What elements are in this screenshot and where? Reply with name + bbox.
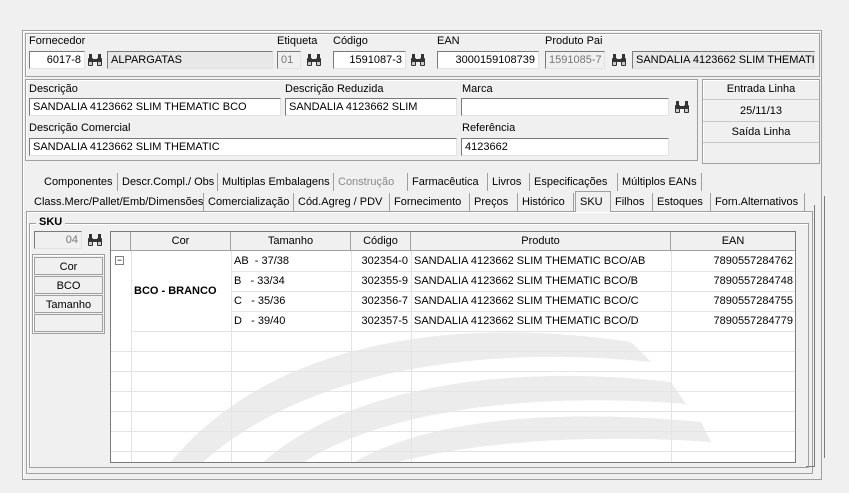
outer-shadow-right	[824, 196, 825, 458]
saida-linha-label: Saída Linha	[731, 126, 791, 138]
grid-row-line	[131, 331, 795, 332]
tab-fornecimento[interactable]: Fornecimento	[390, 193, 470, 211]
descricao-reduzida-label: Descrição Reduzida	[285, 83, 384, 95]
group-collapse-toggle[interactable]: −	[115, 256, 124, 265]
sku-search-icon[interactable]	[86, 231, 104, 249]
etiqueta-label: Etiqueta	[277, 35, 318, 47]
side-button-tamanho[interactable]: Tamanho	[34, 295, 103, 313]
grid-header-corner	[111, 232, 131, 251]
side-button-empty[interactable]	[34, 314, 103, 332]
row-2-ean: 7890557284755	[713, 295, 793, 307]
grid-header-produto[interactable]: Produto	[411, 232, 671, 251]
row-2-tamanho: C - 35/36	[234, 295, 286, 307]
row-1-codigo: 302355-9	[361, 275, 409, 287]
codigo-search-icon[interactable]	[409, 51, 427, 69]
tab-comercializacao[interactable]: Comercialização	[204, 193, 294, 211]
codigo-label: Código	[333, 35, 368, 47]
tab-estoques[interactable]: Estoques	[653, 193, 711, 211]
row-2-codigo: 302356-7	[361, 295, 409, 307]
grid-row-line	[111, 431, 795, 432]
row-3-codigo: 302357-5	[361, 315, 409, 327]
grid-row-line	[111, 391, 795, 392]
tab-farmaceutica[interactable]: Farmacêutica	[408, 173, 488, 191]
produto-pai-label: Produto Pai	[545, 35, 603, 47]
tab-forn-alternativos[interactable]: Forn.Alternativos	[711, 193, 805, 211]
fornecedor-name-field: ALPARGATAS	[107, 51, 273, 69]
linha-divider-3	[703, 142, 819, 143]
referencia-label: Referência	[462, 122, 516, 134]
descricao-comercial-field[interactable]: SANDALIA 4123662 SLIM THEMATIC	[29, 138, 457, 156]
tab-historico[interactable]: Histórico	[518, 193, 574, 211]
linha-divider-1	[703, 99, 819, 100]
row-1-ean: 7890557284748	[713, 275, 793, 287]
etiqueta-field[interactable]: 01	[277, 51, 301, 69]
sku-count-field[interactable]: 04	[34, 231, 82, 249]
row-0-produto: SANDALIA 4123662 SLIM THEMATIC BCO/AB	[414, 255, 646, 267]
side-button-cor[interactable]: Cor	[34, 257, 103, 275]
row-3-ean: 7890557284779	[713, 315, 793, 327]
marca-search-icon[interactable]	[673, 98, 691, 116]
row-1-tamanho: B - 33/34	[234, 275, 285, 287]
tab-especificacoes[interactable]: Especificações	[530, 173, 618, 191]
grid-header-ean[interactable]: EAN	[671, 232, 795, 251]
tab-multiplas-embalagens[interactable]: Multiplas Embalagens	[218, 173, 334, 191]
ean-field[interactable]: 3000159108739	[437, 51, 539, 69]
entrada-linha-label: Entrada Linha	[726, 83, 796, 95]
row-0-ean: 7890557284762	[713, 255, 793, 267]
fornecedor-label: Fornecedor	[29, 35, 86, 47]
tab-cod-agreg-pdv[interactable]: Cód.Agreg / PDV	[294, 193, 390, 211]
grid-header-tamanho[interactable]: Tamanho	[231, 232, 351, 251]
fornecedor-code-field[interactable]: 6017-8	[29, 51, 85, 69]
row-3-tamanho: D - 39/40	[234, 315, 286, 327]
side-button-bco[interactable]: BCO	[34, 276, 103, 294]
row-1-produto: SANDALIA 4123662 SLIM THEMATIC BCO/B	[414, 275, 638, 287]
grid-row-line	[111, 351, 795, 352]
grid-header-cor[interactable]: Cor	[131, 232, 231, 251]
entrada-linha-date: 25/11/13	[739, 105, 782, 117]
marca-field[interactable]	[461, 98, 669, 116]
descricao-field[interactable]: SANDALIA 4123662 SLIM THEMATIC BCO	[29, 98, 281, 116]
sku-grid[interactable]: Cor Tamanho Código Produto EAN − BCO - B…	[110, 231, 796, 463]
linha-divider-2	[703, 121, 819, 122]
descricao-label: Descrição	[29, 83, 78, 95]
fornecedor-search-icon[interactable]	[86, 51, 104, 69]
grid-header-codigo[interactable]: Código	[351, 232, 411, 251]
produto-pai-search-icon[interactable]	[610, 51, 628, 69]
ean-label: EAN	[437, 35, 460, 47]
referencia-field[interactable]: 4123662	[461, 138, 669, 156]
grid-row-line	[111, 451, 795, 452]
tab-descr-compl-obs[interactable]: Descr.Compl./ Obs	[118, 173, 218, 191]
row-3-produto: SANDALIA 4123662 SLIM THEMATIC BCO/D	[414, 315, 639, 327]
produto-pai-name-field: SANDALIA 4123662 SLIM THEMATIC	[632, 51, 815, 69]
descricao-comercial-label: Descrição Comercial	[29, 122, 131, 134]
tab-precos[interactable]: Preços	[470, 193, 518, 211]
tab-page-shadow-right	[814, 205, 815, 467]
row-0-codigo: 302354-0	[361, 255, 409, 267]
descricao-reduzida-field[interactable]: SANDALIA 4123662 SLIM	[285, 98, 457, 116]
tab-class-merc[interactable]: Class.Merc/Pallet/Emb/Dimensões	[30, 193, 204, 211]
tab-sku[interactable]: SKU	[575, 191, 611, 212]
tab-construcao[interactable]: Construção	[334, 173, 408, 191]
codigo-field[interactable]: 1591087-3	[333, 51, 406, 69]
tab-componentes[interactable]: Componentes	[40, 173, 118, 191]
row-0-tamanho: AB - 37/38	[234, 255, 290, 267]
tab-multiplos-eans[interactable]: Múltiplos EANs	[618, 173, 702, 191]
etiqueta-search-icon[interactable]	[305, 51, 323, 69]
tab-filhos[interactable]: Filhos	[611, 193, 653, 211]
row-2-produto: SANDALIA 4123662 SLIM THEMATIC BCO/C	[414, 295, 639, 307]
produto-pai-code-field[interactable]: 1591085-7	[545, 51, 605, 69]
group-cor-value: BCO - BRANCO	[134, 285, 217, 297]
sku-group-label: SKU	[36, 216, 66, 228]
grid-row-line	[111, 411, 795, 412]
grid-row-line	[111, 371, 795, 372]
tab-livros[interactable]: Livros	[488, 173, 530, 191]
marca-label: Marca	[462, 83, 493, 95]
